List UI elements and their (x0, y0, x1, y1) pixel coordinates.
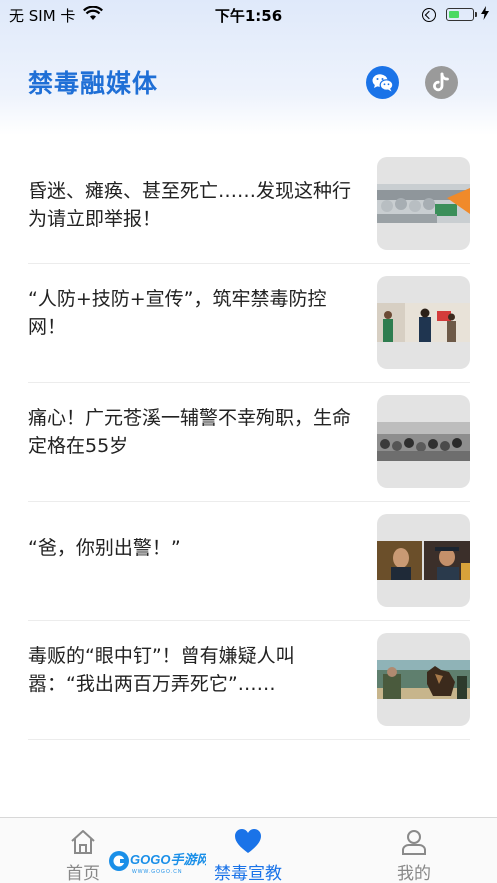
news-item[interactable]: 痛心！广元苍溪一辅警不幸殉职，生命定格在55岁 (28, 384, 470, 502)
rotation-lock-icon (422, 7, 436, 22)
heart-icon (235, 829, 261, 853)
status-right (422, 6, 489, 23)
news-thumbnail (377, 157, 470, 250)
tab-bar: 首页 禁毒宣教 我的 (0, 817, 497, 883)
app-title: 禁毒融媒体 (28, 69, 159, 98)
charging-icon (481, 6, 489, 23)
news-title: “爸，你别出警！” (28, 537, 181, 559)
news-title: 毒贩的“眼中钉”！曾有嫌疑人叫嚣：“我出两百万弄死它”…… (28, 645, 295, 695)
news-thumbnail (377, 276, 470, 369)
douyin-icon (433, 72, 449, 92)
wechat-button[interactable] (366, 66, 399, 99)
watermark-logo: GOGO手游网 WWW.GOGO.CN (108, 846, 211, 876)
thumbnail-image (377, 660, 470, 699)
news-thumbnail (377, 633, 470, 726)
news-title: “人防+技防+宣传”，筑牢禁毒防控网！ (28, 288, 327, 338)
thumbnail-image (377, 303, 470, 342)
news-title: 痛心！广元苍溪一辅警不幸殉职，生命定格在55岁 (28, 407, 352, 457)
news-thumbnail (377, 514, 470, 607)
tab-mine[interactable]: 我的 (352, 818, 476, 883)
thumbnail-image (377, 184, 470, 223)
battery-icon (446, 8, 474, 21)
home-icon (71, 830, 95, 854)
battery-cap (475, 12, 477, 17)
app-screen: 无 SIM 卡 下午1:56 禁毒融媒体 昏迷、瘫痪、甚至死亡……发现这种行为请… (0, 0, 497, 883)
watermark-subtext: WWW.GOGO.CN (132, 869, 182, 875)
wechat-icon (372, 74, 394, 92)
thumbnail-image (377, 422, 470, 461)
thumbnail-image (377, 541, 470, 580)
news-item[interactable]: 毒贩的“眼中钉”！曾有嫌疑人叫嚣：“我出两百万弄死它”…… (28, 622, 470, 740)
news-title: 昏迷、瘫痪、甚至死亡……发现这种行为请立即举报！ (28, 180, 352, 230)
news-item[interactable]: 昏迷、瘫痪、甚至死亡……发现这种行为请立即举报！ (28, 146, 470, 264)
watermark-text: GOGO手游网 (130, 852, 206, 867)
douyin-button[interactable] (425, 66, 458, 99)
status-bar: 无 SIM 卡 下午1:56 (0, 0, 497, 30)
battery-level (448, 10, 459, 18)
news-thumbnail (377, 395, 470, 488)
news-item[interactable]: “人防+技防+宣传”，筑牢禁毒防控网！ (28, 265, 470, 383)
user-icon (402, 830, 426, 855)
tab-label: 我的 (397, 864, 431, 883)
news-item[interactable]: “爸，你别出警！” (28, 503, 470, 621)
